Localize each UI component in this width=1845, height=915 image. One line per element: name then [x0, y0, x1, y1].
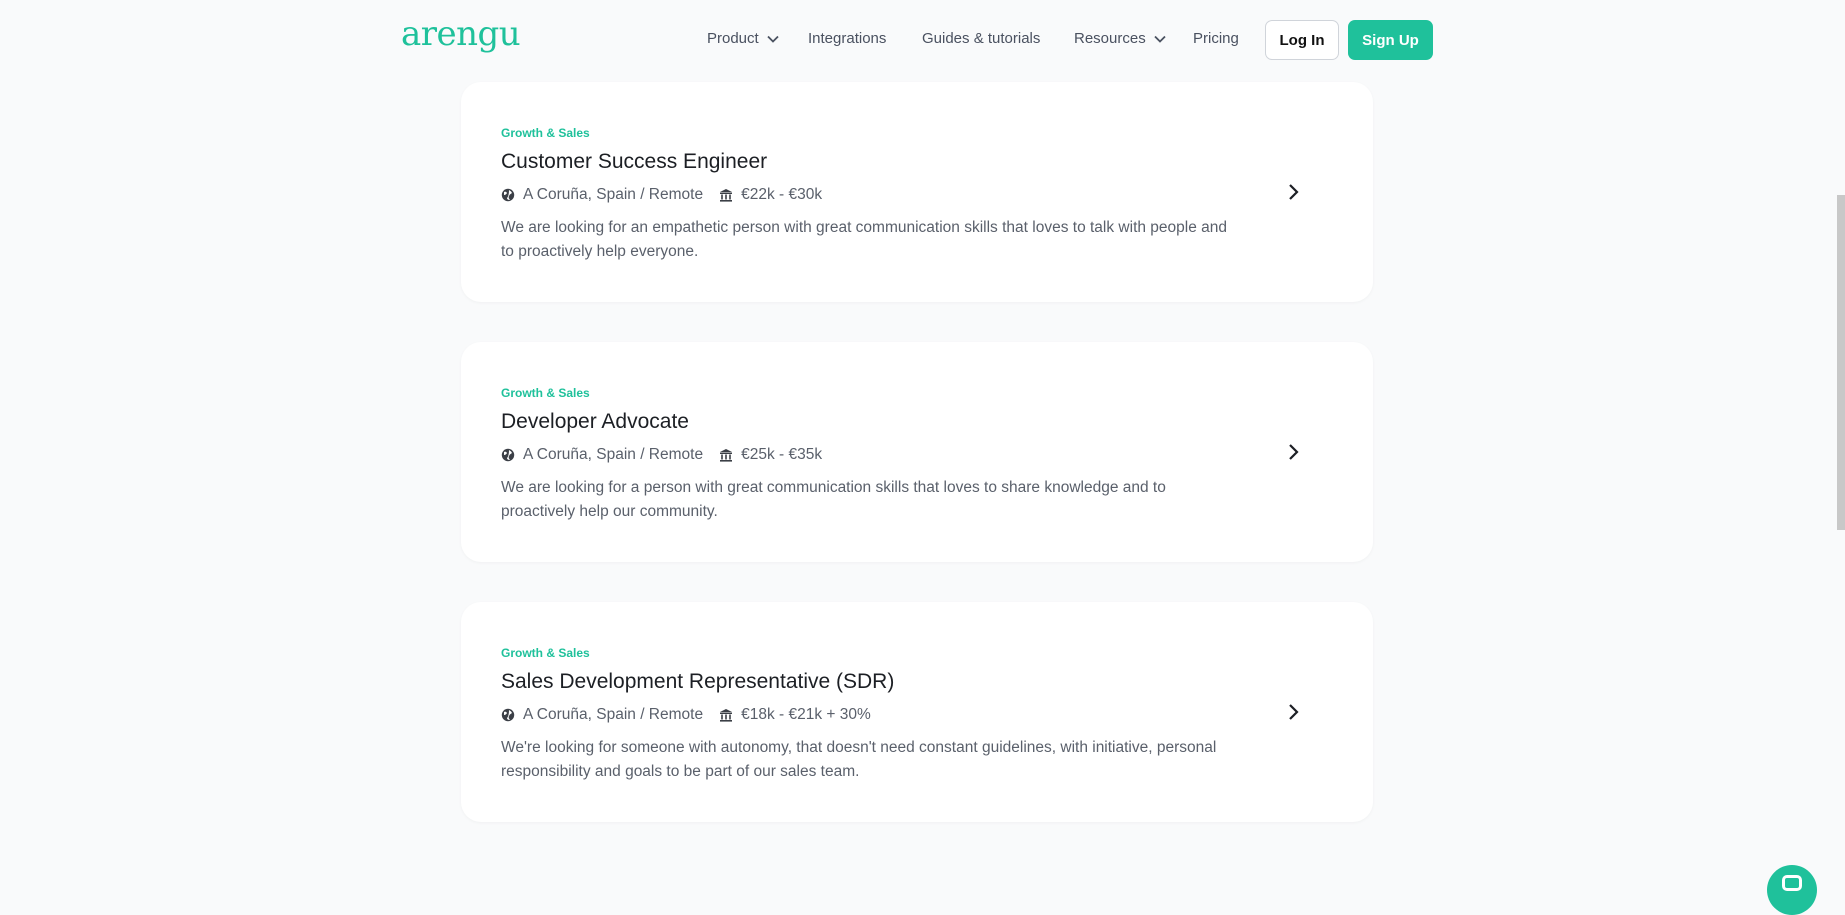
job-meta: A Coruña, Spain / Remote €25k - €35k	[501, 446, 822, 464]
job-meta: A Coruña, Spain / Remote €22k - €30k	[501, 186, 822, 204]
scrollbar-thumb[interactable]	[1837, 195, 1845, 530]
job-category: Growth & Sales	[501, 386, 590, 400]
chat-launcher-button[interactable]	[1767, 865, 1817, 915]
job-meta: A Coruña, Spain / Remote €18k - €21k + 3…	[501, 706, 871, 724]
chevron-right-icon[interactable]	[1287, 443, 1301, 461]
chat-icon	[1782, 875, 1802, 891]
job-location: A Coruña, Spain / Remote	[523, 186, 704, 203]
job-category: Growth & Sales	[501, 646, 590, 660]
job-card[interactable]: Growth & Sales Customer Success Engineer…	[461, 82, 1373, 302]
chevron-right-icon[interactable]	[1287, 703, 1301, 721]
login-button[interactable]: Log In	[1265, 20, 1339, 60]
job-card[interactable]: Growth & Sales Sales Development Represe…	[461, 602, 1373, 822]
nav-integrations[interactable]: Integrations	[808, 30, 886, 47]
nav-resources[interactable]: Resources	[1074, 30, 1166, 47]
bank-icon	[720, 189, 733, 202]
globe-icon	[501, 188, 515, 202]
job-salary: €22k - €30k	[741, 186, 823, 203]
job-location: A Coruña, Spain / Remote	[523, 446, 704, 463]
nav-resources-label: Resources	[1074, 30, 1146, 47]
chevron-down-icon	[767, 35, 779, 43]
job-category: Growth & Sales	[501, 126, 590, 140]
bank-icon	[720, 709, 733, 722]
chevron-right-icon[interactable]	[1287, 183, 1301, 201]
globe-icon	[501, 448, 515, 462]
job-card[interactable]: Growth & Sales Developer Advocate A Coru…	[461, 342, 1373, 562]
job-title: Sales Development Representative (SDR)	[501, 670, 895, 693]
site-header: arengu Product Integrations Guides & tut…	[0, 0, 1845, 80]
job-location: A Coruña, Spain / Remote	[523, 706, 704, 723]
page-scrollbar[interactable]	[1837, 0, 1845, 887]
job-title: Developer Advocate	[501, 410, 689, 433]
chevron-down-icon	[1154, 35, 1166, 43]
job-salary: €25k - €35k	[741, 446, 823, 463]
nav-pricing[interactable]: Pricing	[1193, 30, 1239, 47]
bank-icon	[720, 449, 733, 462]
nav-product[interactable]: Product	[707, 30, 779, 47]
job-salary: €18k - €21k + 30%	[741, 706, 871, 723]
job-description: We're looking for someone with autonomy,…	[501, 739, 1217, 780]
job-description: We are looking for an empathetic person …	[501, 219, 1228, 260]
nav-guides[interactable]: Guides & tutorials	[922, 30, 1040, 47]
job-title: Customer Success Engineer	[501, 150, 768, 173]
job-description: We are looking for a person with great c…	[501, 479, 1166, 520]
globe-icon	[501, 708, 515, 722]
signup-button[interactable]: Sign Up	[1348, 20, 1433, 60]
nav-product-label: Product	[707, 30, 759, 47]
arengu-logo[interactable]: arengu	[401, 14, 521, 54]
